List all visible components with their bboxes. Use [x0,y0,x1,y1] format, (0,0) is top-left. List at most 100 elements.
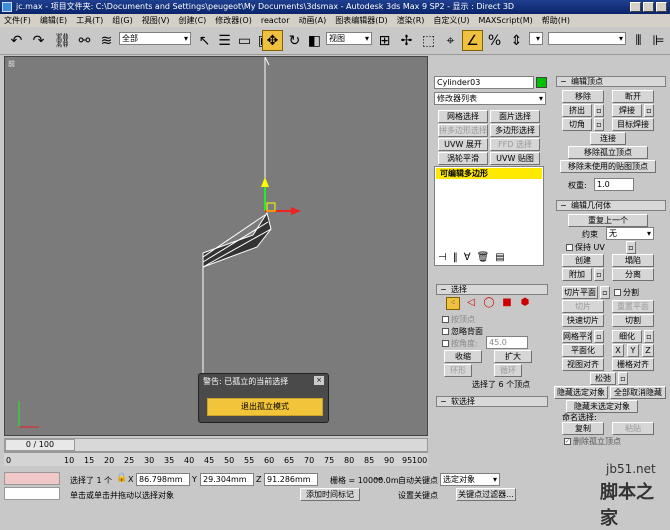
stack-item-editable-poly[interactable]: 可编辑多边形 [436,168,542,179]
extrude-settings-icon[interactable]: ▫ [594,104,604,117]
spline-select-button[interactable]: 拼多边形选择 [438,124,488,137]
break-button[interactable]: 断开 [612,90,654,103]
planar-z-button[interactable]: Z [642,344,654,357]
configure-sets-icon[interactable]: ▤ [495,252,504,268]
pin-stack-icon[interactable]: ⊣ [438,252,447,268]
connect-button[interactable]: 连接 [590,132,626,145]
select-manipulate-icon[interactable]: ✢ [396,30,417,51]
object-color-swatch[interactable] [536,77,547,88]
selected-objects-dropdown[interactable]: 选定对象 [440,473,500,486]
scale-icon[interactable]: ◧ [304,30,325,51]
angle-snap-icon[interactable]: ∠ [462,30,483,51]
repeat-last-button[interactable]: 重复上一个 [568,214,648,227]
mesh-select-button[interactable]: 网格选择 [438,110,488,123]
detach-button[interactable]: 分离 [612,268,654,281]
ffd-select-button[interactable]: FFD 选择 [490,138,540,151]
remove-modifier-icon[interactable]: 🗑 [477,252,490,268]
paste-button[interactable]: 粘贴 [612,422,654,435]
menu-modifiers[interactable]: 修改器(O) [215,15,252,26]
unlink-icon[interactable]: ⚯ [74,30,95,51]
polygon-mode-icon[interactable]: ■ [500,297,514,310]
rect-selection-icon[interactable]: ▭ [234,30,255,51]
vertex-mode-icon[interactable]: ⁖ [446,297,460,310]
tessellate-button[interactable]: 细化 [612,330,642,343]
weld-settings-icon[interactable]: ▫ [644,104,654,117]
quickslice-button[interactable]: 快速切片 [562,314,604,327]
remove-isolated-button[interactable]: 移除孤立顶点 [568,146,648,159]
shrink-button[interactable]: 收缩 [444,350,482,363]
z-coordinate-field[interactable]: 91.286mm [264,473,318,486]
meshsmooth-settings-icon[interactable]: ▫ [594,330,604,343]
lock-selection-icon[interactable]: 🔒 [116,473,127,484]
gizmo-plane[interactable] [266,202,276,212]
key-mode-icon[interactable]: ⊸ [374,474,392,486]
auto-key-button[interactable]: 自动关键点 [398,475,438,486]
planar-x-button[interactable]: X [612,344,624,357]
menu-maxscript[interactable]: MAXScript(M) [479,16,533,25]
weight-field[interactable]: 1.0 [594,178,634,191]
move-icon[interactable]: ✥ [262,30,283,51]
poly-select-button[interactable]: 多边形选择 [490,124,540,137]
remove-button[interactable]: 移除 [562,90,604,103]
menu-file[interactable]: 文件(F) [4,15,31,26]
snap-icon[interactable]: ⌖ [440,30,461,51]
edit-vertices-rollout-header[interactable]: 编辑顶点 [556,76,666,87]
relax-button[interactable]: 松弛 [590,372,616,385]
menu-edit[interactable]: 编辑(E) [40,15,67,26]
edit-geometry-rollout-header[interactable]: 编辑几何体 [556,200,666,211]
maximize-button[interactable] [643,2,654,12]
link-icon[interactable]: ⛓ [52,30,73,51]
meshsmooth-button[interactable]: 网格平滑 [562,330,592,343]
remove-unused-map-verts-button[interactable]: 移除未使用的贴图顶点 [560,160,656,173]
time-slider-thumb[interactable]: 0 / 100 [5,439,75,451]
border-mode-icon[interactable]: ◯ [482,297,496,310]
planar-y-button[interactable]: Y [627,344,639,357]
target-weld-button[interactable]: 目标焊接 [612,118,654,131]
maxscript-mini-listener[interactable] [4,487,60,500]
ignore-backfacing-checkbox[interactable]: 忽略背面 [442,326,483,337]
split-checkbox[interactable]: 分割 [614,287,639,298]
slice-plane-settings-icon[interactable]: ▫ [600,286,610,299]
track-bar[interactable]: 0 10 15 20 25 30 35 40 45 50 55 60 65 70… [4,452,428,466]
by-angle-checkbox[interactable]: 按角度: [442,338,478,349]
hide-selected-button[interactable]: 隐藏选定对象 [554,386,608,399]
menu-group[interactable]: 组(G) [112,15,132,26]
close-button[interactable] [656,2,667,12]
edge-mode-icon[interactable]: ◁ [464,297,478,310]
make-unique-icon[interactable]: ∀ [464,252,471,268]
reset-plane-button[interactable]: 重置平面 [612,300,654,313]
menu-animation[interactable]: 动画(A) [298,15,326,26]
make-planar-button[interactable]: 平面化 [562,344,604,357]
slice-button[interactable]: 切片 [562,300,604,313]
y-coordinate-field[interactable]: 29.304mm [200,473,254,486]
constraint-dropdown[interactable]: 无 [606,227,654,240]
pivot-center-icon[interactable]: ⊞ [374,30,395,51]
attach-settings-icon[interactable]: ▫ [594,268,604,281]
menu-views[interactable]: 视图(V) [142,15,170,26]
set-key-button[interactable]: 设置关键点 [398,490,438,501]
menu-tools[interactable]: 工具(T) [76,15,103,26]
undo-icon[interactable]: ↶ [6,30,27,51]
weld-button[interactable]: 焊接 [612,104,642,117]
select-object-icon[interactable]: ↖ [194,30,215,51]
named-selection-sets-dropdown[interactable] [548,32,626,45]
grow-button[interactable]: 扩大 [494,350,532,363]
menu-reactor[interactable]: reactor [261,16,290,25]
collapse-button[interactable]: 塌陷 [612,254,654,267]
uvw-unwrap-button[interactable]: UVW 展开 [438,138,488,151]
selected-polygon[interactable] [202,211,272,268]
preserve-uv-settings-icon[interactable]: ▫ [626,241,636,254]
align-icon[interactable]: ⊫ [648,30,669,51]
extrude-button[interactable]: 挤出 [562,104,592,117]
by-vertex-checkbox[interactable]: 按顶点 [442,314,475,325]
modifier-list-dropdown[interactable]: 修改器列表 [434,92,546,105]
soft-selection-rollout-header[interactable]: 软选择 [436,396,548,407]
gizmo-y-arrow[interactable] [261,177,269,187]
turbosmooth-button[interactable]: 涡轮平滑 [438,152,488,165]
tessellate-settings-icon[interactable]: ▫ [644,330,654,343]
loop-button[interactable]: 循环 [494,364,522,377]
mirror-icon[interactable]: ⫴ [628,30,649,51]
angle-value-field[interactable]: 45.0 [486,336,528,349]
cut-button[interactable]: 切割 [612,314,654,327]
menu-graph-editors[interactable]: 图表编辑器(D) [335,15,387,26]
